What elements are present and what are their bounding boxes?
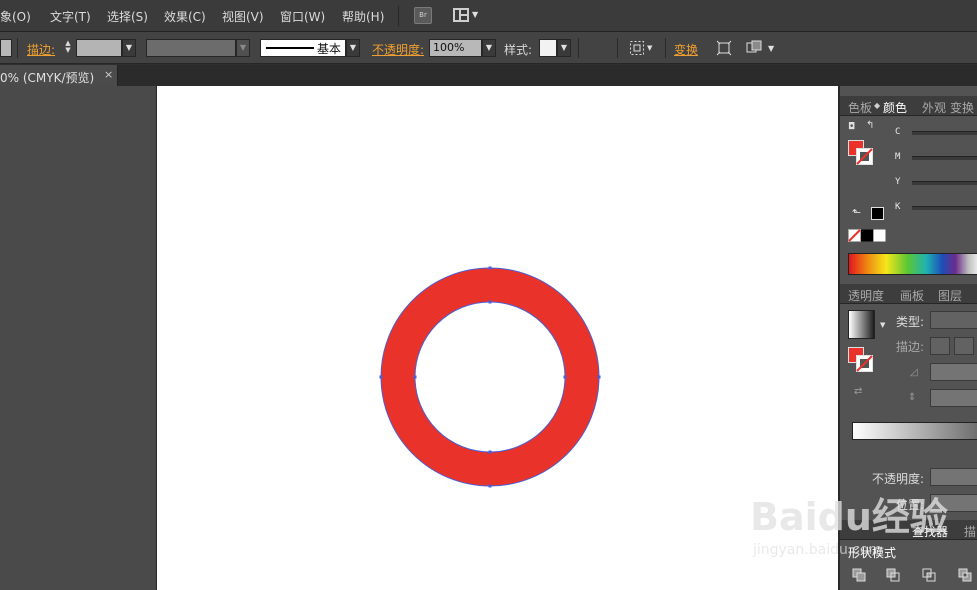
anchor-point[interactable]: [379, 375, 383, 379]
channel-c-slider[interactable]: [912, 131, 977, 135]
tab-artboards[interactable]: 画板: [900, 287, 924, 304]
watermark-brand: Baidu经验: [750, 495, 948, 539]
stroke-gradient-option-2[interactable]: [954, 337, 974, 355]
black-swatch[interactable]: [871, 207, 884, 220]
channel-k-slider[interactable]: [912, 206, 977, 210]
gradient-type-select[interactable]: [930, 311, 977, 329]
channel-m-label: M: [895, 152, 901, 162]
channel-y-label: Y: [895, 177, 901, 187]
gradient-aspect-field[interactable]: [930, 389, 977, 407]
out-of-gamut-icon[interactable]: ⬑: [852, 206, 861, 219]
gradient-preview-swatch[interactable]: [848, 310, 875, 339]
gradient-opacity-label: 不透明度:: [872, 472, 925, 486]
color-panel-tabs: 色板 ◆ 颜色 外观 变换: [840, 96, 977, 116]
tab-stroke[interactable]: 描: [964, 523, 976, 540]
stroke-gradient-option-1[interactable]: [930, 337, 950, 355]
swap-colors-icon[interactable]: ↰: [866, 120, 874, 131]
watermark-url: jingyan.baidu.com: [753, 542, 883, 558]
tab-transparency[interactable]: 透明度: [848, 287, 884, 304]
gradient-panel-tabs: 透明度 画板 图层: [840, 284, 977, 304]
gradient-stroke-swatch[interactable]: [856, 355, 873, 372]
tab-layers[interactable]: 图层: [938, 287, 962, 304]
gradient-opacity-field[interactable]: [930, 468, 977, 486]
aspect-ratio-icon: ⇕: [908, 392, 917, 403]
channel-y-slider[interactable]: [912, 181, 977, 185]
quick-swatches[interactable]: [848, 229, 886, 242]
chevron-down-icon[interactable]: ▼: [880, 321, 885, 329]
gradient-stroke-label: 描边:: [896, 340, 925, 354]
channel-k-label: K: [895, 202, 901, 212]
color-spectrum-bar[interactable]: [848, 253, 977, 275]
channel-m-slider[interactable]: [912, 156, 977, 160]
default-colors-icon[interactable]: ◘: [848, 122, 855, 132]
baidu-jingyan-watermark: Baidu经验 jingyan.baidu.com: [750, 486, 950, 576]
anchor-point[interactable]: [488, 484, 492, 488]
tab-transform[interactable]: 变换: [950, 99, 974, 116]
tab-appearance[interactable]: 外观: [922, 99, 946, 116]
anchor-point[interactable]: [413, 375, 417, 379]
gradient-angle-field[interactable]: [930, 363, 977, 381]
anchor-point[interactable]: [563, 375, 567, 379]
artwork-layer: [379, 266, 601, 488]
channel-c-label: C: [895, 127, 901, 137]
tab-swatches[interactable]: 色板: [848, 99, 872, 116]
anchor-point[interactable]: [597, 375, 601, 379]
gradient-type-label: 类型:: [896, 315, 925, 329]
angle-icon: ◿: [910, 367, 918, 378]
anchor-point[interactable]: [488, 266, 492, 270]
stroke-none-swatch[interactable]: [856, 148, 873, 165]
tab-color[interactable]: 颜色: [883, 99, 907, 116]
reverse-gradient-icon[interactable]: ⇄: [854, 386, 862, 397]
panel-expand-icon[interactable]: ◆: [874, 101, 880, 110]
anchor-point[interactable]: [488, 450, 492, 454]
gradient-slider-bar[interactable]: [852, 422, 977, 440]
anchor-point[interactable]: [488, 300, 492, 304]
